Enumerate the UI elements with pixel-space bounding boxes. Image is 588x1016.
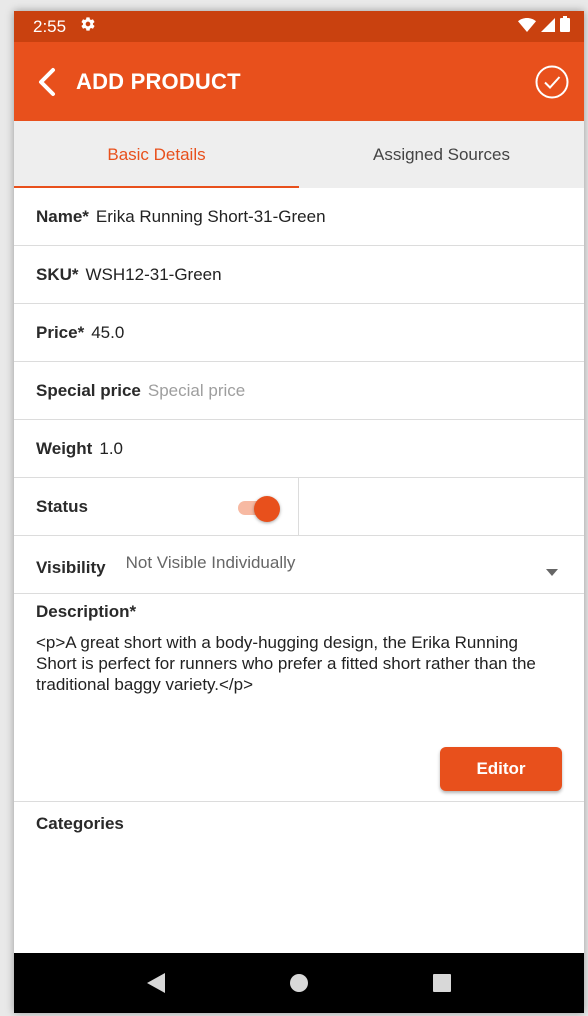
visibility-field[interactable]: Visibility Not Visible Individually	[14, 536, 584, 594]
system-nav-bar	[14, 953, 584, 1013]
check-circle-icon	[535, 65, 569, 98]
chevron-left-icon	[39, 67, 55, 96]
square-recents-icon	[433, 974, 452, 992]
toggle-thumb	[254, 496, 280, 522]
description-input[interactable]: <p>A great short with a body-hugging des…	[36, 632, 562, 695]
battery-icon	[560, 16, 570, 37]
visibility-label: Visibility	[36, 557, 106, 577]
weight-input[interactable]: 1.0	[99, 439, 123, 459]
name-label: Name*	[36, 206, 89, 226]
gear-icon	[80, 16, 96, 37]
price-label: Price*	[36, 322, 85, 342]
triangle-back-icon	[146, 973, 165, 993]
name-field[interactable]: Name* Erika Running Short-31-Green	[14, 188, 584, 246]
weight-label: Weight	[36, 438, 93, 458]
wifi-icon	[518, 17, 536, 37]
name-input[interactable]: Erika Running Short-31-Green	[96, 207, 326, 227]
price-field[interactable]: Price* 45.0	[14, 304, 584, 362]
status-toggle[interactable]	[236, 496, 284, 522]
tab-bar: Basic Details Assigned Sources	[14, 121, 584, 188]
description-label: Description*	[36, 602, 137, 621]
status-time: 2:55	[33, 16, 67, 36]
nav-back-button[interactable]	[136, 963, 176, 1003]
price-input[interactable]: 45.0	[91, 323, 124, 343]
special-price-field[interactable]: Special price Special price	[14, 362, 584, 420]
tab-basic-details[interactable]: Basic Details	[14, 121, 299, 188]
status-bar: 2:55	[14, 11, 584, 42]
status-field: Status	[14, 478, 584, 536]
status-cell: Status	[14, 478, 299, 535]
sku-label: SKU*	[36, 264, 79, 284]
nav-home-button[interactable]	[279, 963, 319, 1003]
app-bar: ADD PRODUCT	[14, 42, 584, 121]
visibility-select[interactable]: Not Visible Individually	[126, 553, 296, 573]
status-label: Status	[36, 496, 88, 516]
nav-recents-button[interactable]	[422, 963, 462, 1003]
back-button[interactable]	[30, 62, 64, 102]
sku-input[interactable]: WSH12-31-Green	[86, 265, 222, 285]
caret-down-icon[interactable]	[546, 561, 558, 581]
special-price-input[interactable]: Special price	[148, 381, 245, 401]
signal-icon	[541, 17, 555, 37]
sku-field[interactable]: SKU* WSH12-31-Green	[14, 246, 584, 304]
save-button[interactable]	[534, 64, 570, 100]
description-field: Description* <p>A great short with a bod…	[14, 594, 584, 802]
circle-home-icon	[289, 974, 308, 992]
device-screen: 2:55 ADD PRODUCT Basic Details Assigned …	[14, 11, 584, 1013]
categories-label: Categories	[36, 814, 124, 833]
special-price-label: Special price	[36, 380, 141, 400]
editor-button[interactable]: Editor	[440, 747, 562, 791]
categories-section: Categories	[14, 802, 584, 846]
weight-field[interactable]: Weight 1.0	[14, 420, 584, 478]
page-title: ADD PRODUCT	[76, 68, 241, 94]
tab-assigned-sources[interactable]: Assigned Sources	[299, 121, 584, 188]
